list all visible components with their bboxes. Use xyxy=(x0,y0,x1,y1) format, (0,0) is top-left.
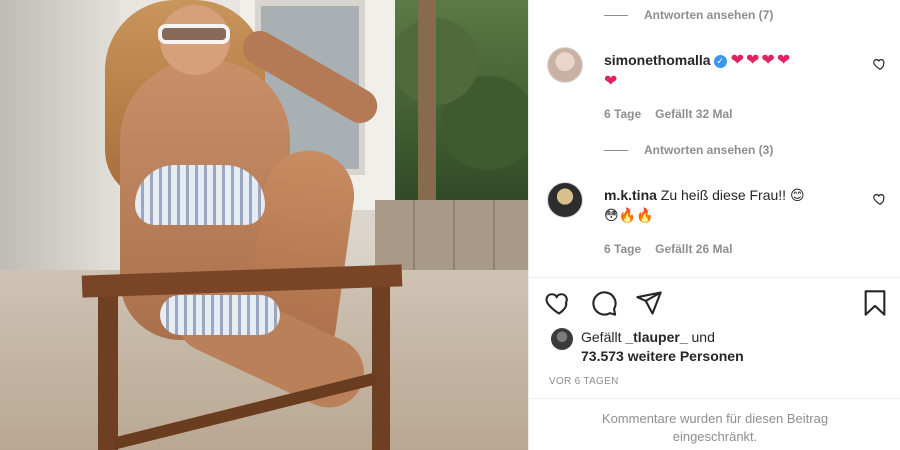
comment-age[interactable]: 6 Tage xyxy=(604,242,641,256)
photo-stone-wall xyxy=(375,200,528,270)
heart-outline-icon[interactable] xyxy=(873,192,887,206)
comment-likes-count[interactable]: Gefällt 32 Mal xyxy=(655,107,732,121)
view-replies-label[interactable]: Antworten ansehen (7) xyxy=(644,8,773,22)
photo-sunglasses xyxy=(158,24,230,44)
comment-body: simonethomalla ✓ ❤❤❤❤ ❤ xyxy=(604,50,854,92)
speech-bubble-icon xyxy=(592,291,617,316)
like-button[interactable] xyxy=(545,289,573,317)
avatar[interactable] xyxy=(547,182,583,218)
post-timestamp[interactable]: VOR 6 TAGEN xyxy=(549,376,619,387)
liked-by-prefix: Gefällt xyxy=(581,329,622,345)
liked-by-user[interactable]: _tlauper_ xyxy=(625,329,687,345)
section-divider xyxy=(529,277,900,278)
comment-likes-count[interactable]: Gefällt 26 Mal xyxy=(655,242,732,256)
save-button[interactable] xyxy=(861,289,889,317)
post-photo[interactable] xyxy=(0,0,528,450)
comment-meta: 6 Tage Gefällt 32 Mal xyxy=(604,107,733,121)
comment-text-continued: 😳🔥🔥 xyxy=(604,207,654,223)
view-replies-button[interactable]: Antworten ansehen (7) xyxy=(604,8,773,22)
share-button[interactable] xyxy=(635,289,663,317)
view-replies-label[interactable]: Antworten ansehen (3) xyxy=(644,143,773,157)
photo-chair-leg xyxy=(98,280,118,450)
heart-outline-icon xyxy=(545,293,568,315)
liked-by-line: Gefällt _tlauper_ und xyxy=(581,329,715,345)
comment-username[interactable]: simonethomalla xyxy=(604,52,711,68)
view-replies-button[interactable]: Antworten ansehen (3) xyxy=(604,143,773,157)
photo-bikini-bottom xyxy=(160,295,280,335)
replies-line xyxy=(604,14,628,16)
paper-plane-icon xyxy=(636,291,662,315)
comment-button[interactable] xyxy=(590,289,618,317)
comment-meta: 6 Tage Gefällt 26 Mal xyxy=(604,242,733,256)
photo-bikini-top xyxy=(135,165,265,225)
photo-tree-trunk xyxy=(418,0,436,200)
replies-line xyxy=(604,149,628,151)
comments-restricted-note: Kommentare wurden für diesen Beitrag ein… xyxy=(601,411,829,444)
comment-username[interactable]: m.k.tina xyxy=(604,187,657,203)
heart-outline-icon[interactable] xyxy=(873,57,887,71)
post-action-bar xyxy=(545,289,889,319)
comment-body: m.k.tina Zu heiß diese Frau!! 😊 😳🔥🔥 xyxy=(604,185,854,225)
comment-text-continued: ❤ xyxy=(604,73,620,90)
photo-chair-leg xyxy=(372,268,390,450)
avatar[interactable] xyxy=(551,328,573,350)
photo-greenery xyxy=(395,0,528,205)
liked-by-others[interactable]: 73.573 weitere Personen xyxy=(581,348,744,364)
verified-badge-icon: ✓ xyxy=(713,55,727,68)
bookmark-icon xyxy=(864,290,886,316)
comment-age[interactable]: 6 Tage xyxy=(604,107,641,121)
avatar[interactable] xyxy=(547,47,583,83)
comment-text: ❤❤❤❤ xyxy=(730,52,793,69)
section-divider xyxy=(529,398,900,399)
liked-by-connector: und xyxy=(691,329,715,345)
comments-panel: Antworten ansehen (7) simonethomalla ✓ ❤❤❤… xyxy=(528,0,900,450)
comment-text: Zu heiß diese Frau!! 😊 xyxy=(660,187,805,203)
